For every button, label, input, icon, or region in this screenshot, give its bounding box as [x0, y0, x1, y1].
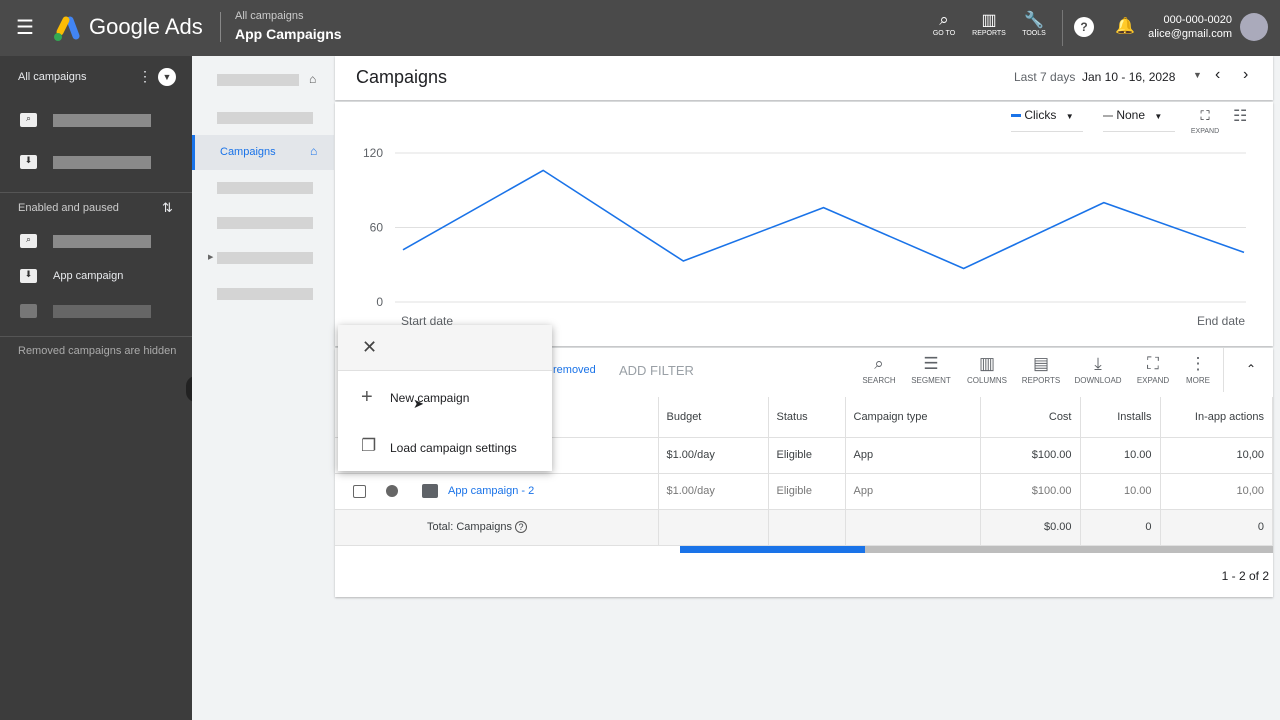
y-tick-label: 120 [363, 146, 383, 160]
prev-period-icon[interactable]: ‹ [1215, 66, 1220, 84]
segment-button[interactable]: ☰ SEGMENT [906, 354, 956, 385]
copy-icon: ❐ [361, 436, 377, 455]
account-id: 000-000-0020 [1163, 14, 1232, 26]
paused-status-icon[interactable] [386, 485, 398, 497]
download-icon: ⤓ [1094, 354, 1102, 373]
sort-icon[interactable]: ⇅ [162, 200, 173, 216]
campaign-link[interactable]: App campaign - 2 [448, 485, 534, 497]
app-campaign-icon: ⬇ [20, 269, 37, 283]
search-icon: ⌕ [939, 10, 949, 29]
account-email: alice@gmail.com [1148, 28, 1232, 40]
mouse-cursor: ➤ [413, 396, 424, 411]
avatar[interactable] [1240, 13, 1268, 41]
col-cost[interactable]: Cost [980, 397, 1081, 438]
segment-icon: ☰ [923, 354, 939, 373]
app-name: Google Ads [89, 14, 203, 39]
x-tick-label: End date [1197, 314, 1245, 328]
page-header: Campaigns Last 7 days Jan 10 - 16, 2028 … [335, 56, 1273, 100]
y-tick-label: 60 [370, 221, 384, 235]
wrench-icon: 🔧 [1024, 12, 1044, 29]
plus-icon: + [361, 386, 373, 408]
pagination-text: 1 - 2 of 2 [1221, 569, 1269, 583]
campaign-sidebar: All campaigns ⋮ ▼ ⌕ ⬇ Enabled and paused… [0, 56, 206, 720]
removed-hidden-note: Removed campaigns are hidden [18, 345, 177, 357]
home-icon: ⌂ [309, 72, 317, 86]
chevron-down-icon[interactable]: ▼ [1193, 70, 1202, 80]
col-installs[interactable]: Installs [1080, 397, 1161, 438]
more-button[interactable]: ⋮ MORE [1173, 354, 1223, 385]
google-ads-logo [52, 14, 80, 42]
col-budget[interactable]: Budget [658, 397, 769, 438]
removed-filter[interactable]: removed [553, 364, 596, 376]
goto-button[interactable]: ⌕ GO TO [926, 10, 962, 37]
add-filter-button[interactable]: ADD FILTER [619, 363, 694, 378]
reports-button[interactable]: ▤ REPORTS [1016, 354, 1066, 385]
date-range-picker[interactable]: Jan 10 - 16, 2028 [1082, 70, 1175, 84]
columns-icon: ▥ [978, 354, 996, 373]
sidebar-item-app-campaign[interactable]: App campaign [53, 270, 123, 282]
nav-item-campaigns[interactable]: Campaigns ⌂ [192, 135, 334, 170]
create-menu: ✕ + New campaign ❐ Load campaign setting… [338, 325, 552, 471]
tools-button[interactable]: 🔧 TOOLS [1016, 10, 1052, 37]
home-icon: ⌂ [310, 144, 318, 158]
menu-icon[interactable]: ☰ [16, 15, 34, 40]
download-button[interactable]: ⤓ DOWNLOAD [1073, 354, 1123, 385]
page-breadcrumb-current: App Campaigns [235, 26, 342, 42]
y-tick-label: 0 [376, 295, 383, 309]
col-campaign-type[interactable]: Campaign type [845, 397, 981, 438]
table-row: App campaign - 2 $1.00/day Eligible App $100… [335, 473, 1273, 510]
horizontal-scrollbar-thumb[interactable] [680, 545, 865, 553]
status-filter-label: Enabled and paused [18, 202, 119, 214]
more-vert-icon[interactable]: ⋮ [138, 68, 152, 85]
reports-icon: ▤ [1032, 354, 1050, 373]
search-campaign-icon: ⌕ [20, 234, 37, 248]
top-bar: ☰ Google Ads All campaigns App Campaigns… [0, 0, 1280, 56]
next-period-icon[interactable]: › [1243, 66, 1248, 84]
expand-icon: ⛶ [1147, 354, 1159, 373]
page-nav: ⌂ Campaigns ⌂ ▶ [192, 56, 334, 720]
expand-arrow-icon[interactable]: ▶ [208, 253, 213, 261]
app-campaign-icon [422, 484, 438, 498]
close-icon[interactable]: ✕ [362, 337, 377, 358]
line-chart: 120600Start date End date [363, 146, 1246, 328]
menu-item-new-campaign[interactable]: + New campaign [338, 380, 552, 416]
expand-button[interactable]: ⛶ EXPAND [1128, 354, 1178, 385]
columns-button[interactable]: ▥ COLUMNS [962, 354, 1012, 385]
menu-item-load-settings[interactable]: ❐ Load campaign settings [338, 430, 552, 466]
reports-icon: ▥ [981, 12, 997, 29]
reports-button[interactable]: ▥ REPORTS [970, 10, 1008, 37]
row-checkbox[interactable] [353, 484, 366, 498]
search-icon: ⌕ [874, 354, 884, 373]
date-range-label: Last 7 days [1014, 70, 1076, 84]
all-campaigns-label[interactable]: All campaigns [18, 71, 86, 83]
col-in-app-actions[interactable]: In-app actions [1160, 397, 1273, 438]
app-campaign-icon [20, 304, 37, 318]
total-row: Total: Campaigns ? $0.00 0 0 [335, 509, 1273, 546]
dropdown-icon[interactable]: ▼ [158, 68, 176, 86]
search-button[interactable]: ⌕ SEARCH [854, 354, 904, 385]
help-icon[interactable]: ? [1074, 17, 1094, 37]
collapse-icon[interactable]: ⌃ [1246, 362, 1256, 376]
series-line-clicks [402, 169, 1245, 270]
search-campaign-icon: ⌕ [20, 113, 37, 127]
page-title: Campaigns [356, 67, 448, 87]
col-status[interactable]: Status [768, 397, 846, 438]
horizontal-scrollbar-track[interactable] [865, 545, 1273, 553]
more-vert-icon: ⋮ [1189, 354, 1207, 373]
bell-icon[interactable]: 🔔 [1115, 16, 1135, 36]
help-icon[interactable]: ? [515, 521, 528, 533]
app-campaign-icon: ⬇ [20, 155, 37, 169]
breadcrumb-parent[interactable]: All campaigns [235, 10, 303, 22]
